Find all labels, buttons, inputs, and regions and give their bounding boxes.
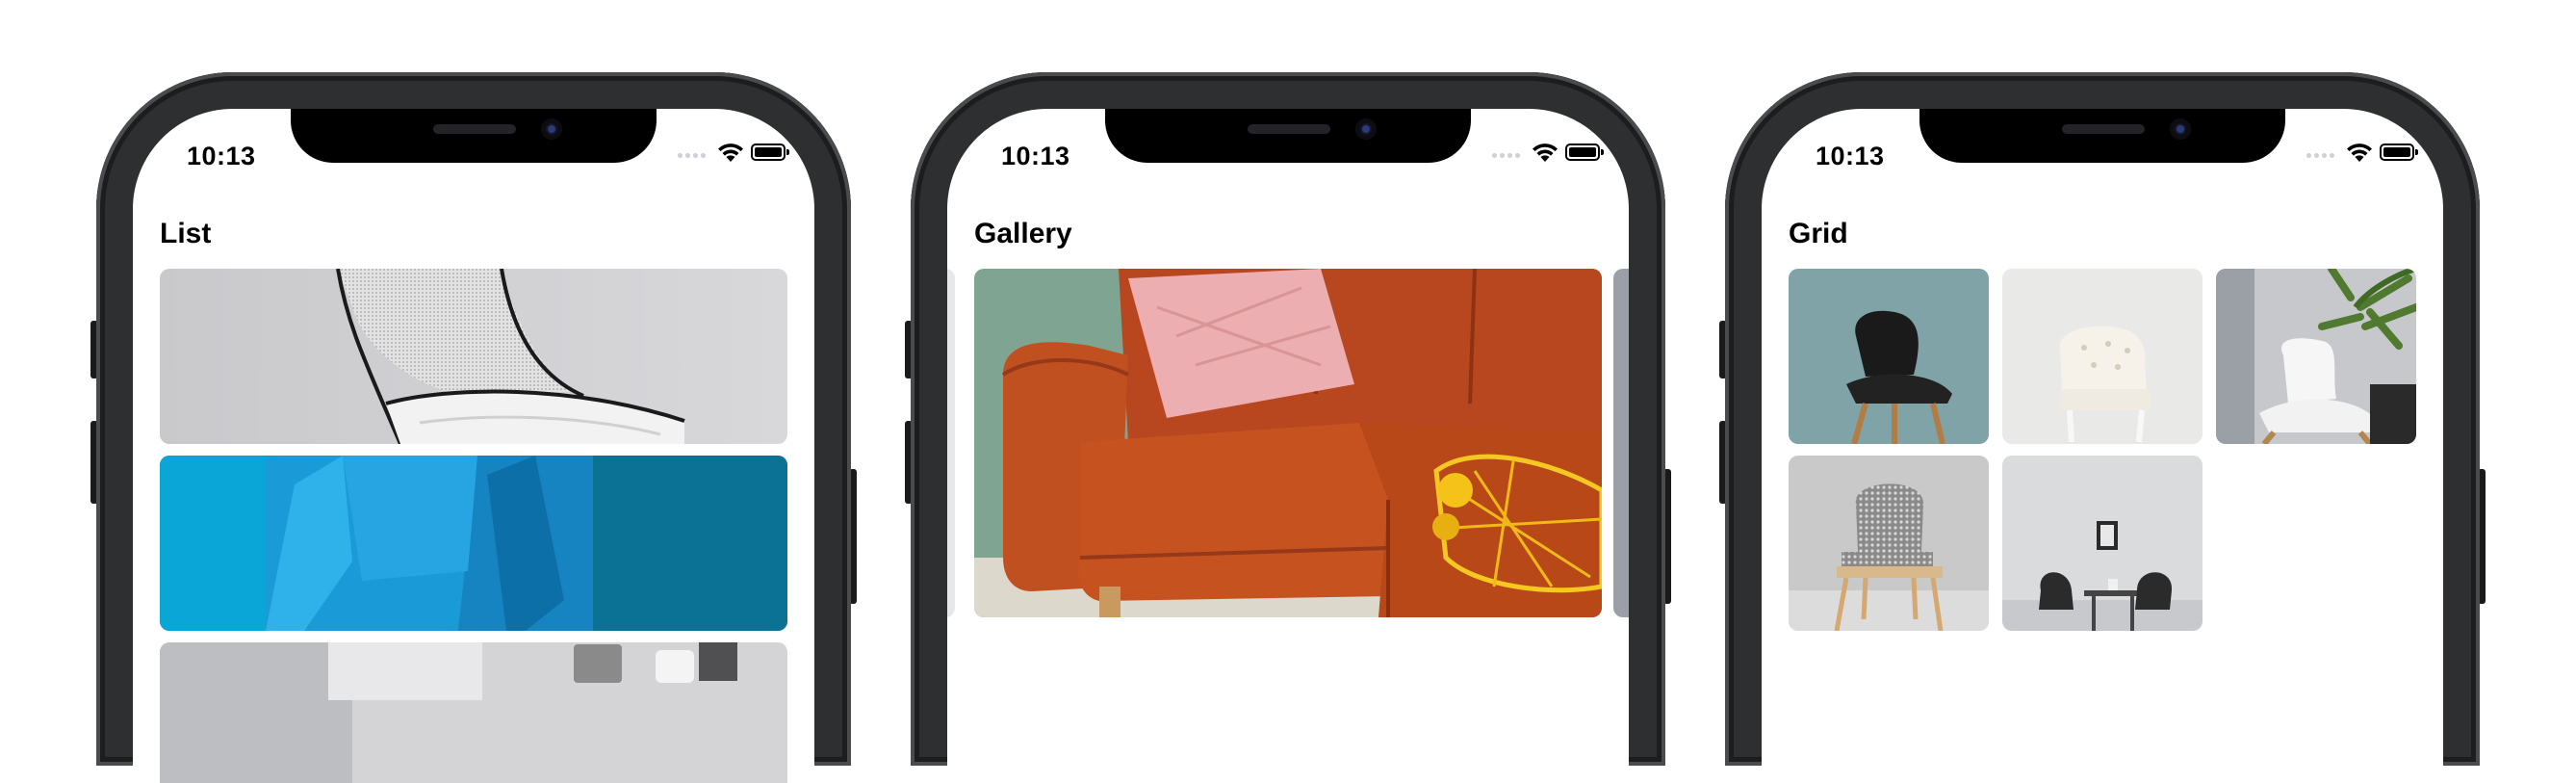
page-title: List — [160, 218, 212, 249]
blue-chair-photo[interactable] — [160, 456, 787, 631]
phone-list: 10:13 List — [90, 72, 857, 783]
signal-dots-icon — [678, 153, 712, 159]
phone-grid: 10:13 Grid — [1719, 72, 2486, 783]
notch — [1105, 109, 1471, 163]
battery-icon — [1565, 144, 1604, 161]
status-icons — [678, 140, 793, 169]
signal-dots-icon — [2306, 153, 2341, 159]
speaker — [433, 124, 516, 134]
phone-gallery: 10:13 Gallery — [905, 72, 1671, 783]
white-chair-plant-photo[interactable] — [2216, 269, 2416, 444]
speaker — [1248, 124, 1330, 134]
signal-dots-icon — [1492, 153, 1527, 159]
status-icons — [1492, 140, 1608, 169]
camera — [2170, 118, 2191, 140]
battery-icon — [2380, 144, 2418, 161]
wifi-icon — [2347, 144, 2372, 162]
notch — [291, 109, 657, 163]
page-title: Gallery — [974, 218, 1072, 249]
dining-table-photo[interactable] — [2002, 456, 2202, 631]
status-time: 10:13 — [187, 142, 256, 170]
battery-icon — [751, 144, 789, 161]
screen: 10:13 Grid — [1762, 109, 2443, 783]
notch — [1919, 109, 2285, 163]
screen: 10:13 List — [133, 109, 814, 783]
black-chair-photo[interactable] — [1789, 269, 1989, 444]
camera — [1355, 118, 1377, 140]
camera — [541, 118, 562, 140]
status-time: 10:13 — [1001, 142, 1070, 170]
speaker — [2062, 124, 2145, 134]
gallery-previous-card[interactable] — [947, 269, 955, 617]
orange-sofa-photo[interactable] — [974, 269, 1602, 617]
page-title: Grid — [1789, 218, 1848, 249]
wifi-icon — [1533, 144, 1558, 162]
white-chair-photo[interactable] — [160, 269, 787, 444]
chair-and-kettle-photo[interactable] — [160, 642, 787, 783]
gallery-next-card[interactable] — [1613, 269, 1629, 617]
status-time: 10:13 — [1816, 142, 1885, 170]
wifi-icon — [718, 144, 743, 162]
status-icons — [2306, 140, 2422, 169]
patterned-chair-photo[interactable] — [1789, 456, 1989, 631]
screen: 10:13 Gallery — [947, 109, 1629, 783]
tufted-chair-photo[interactable] — [2002, 269, 2202, 444]
